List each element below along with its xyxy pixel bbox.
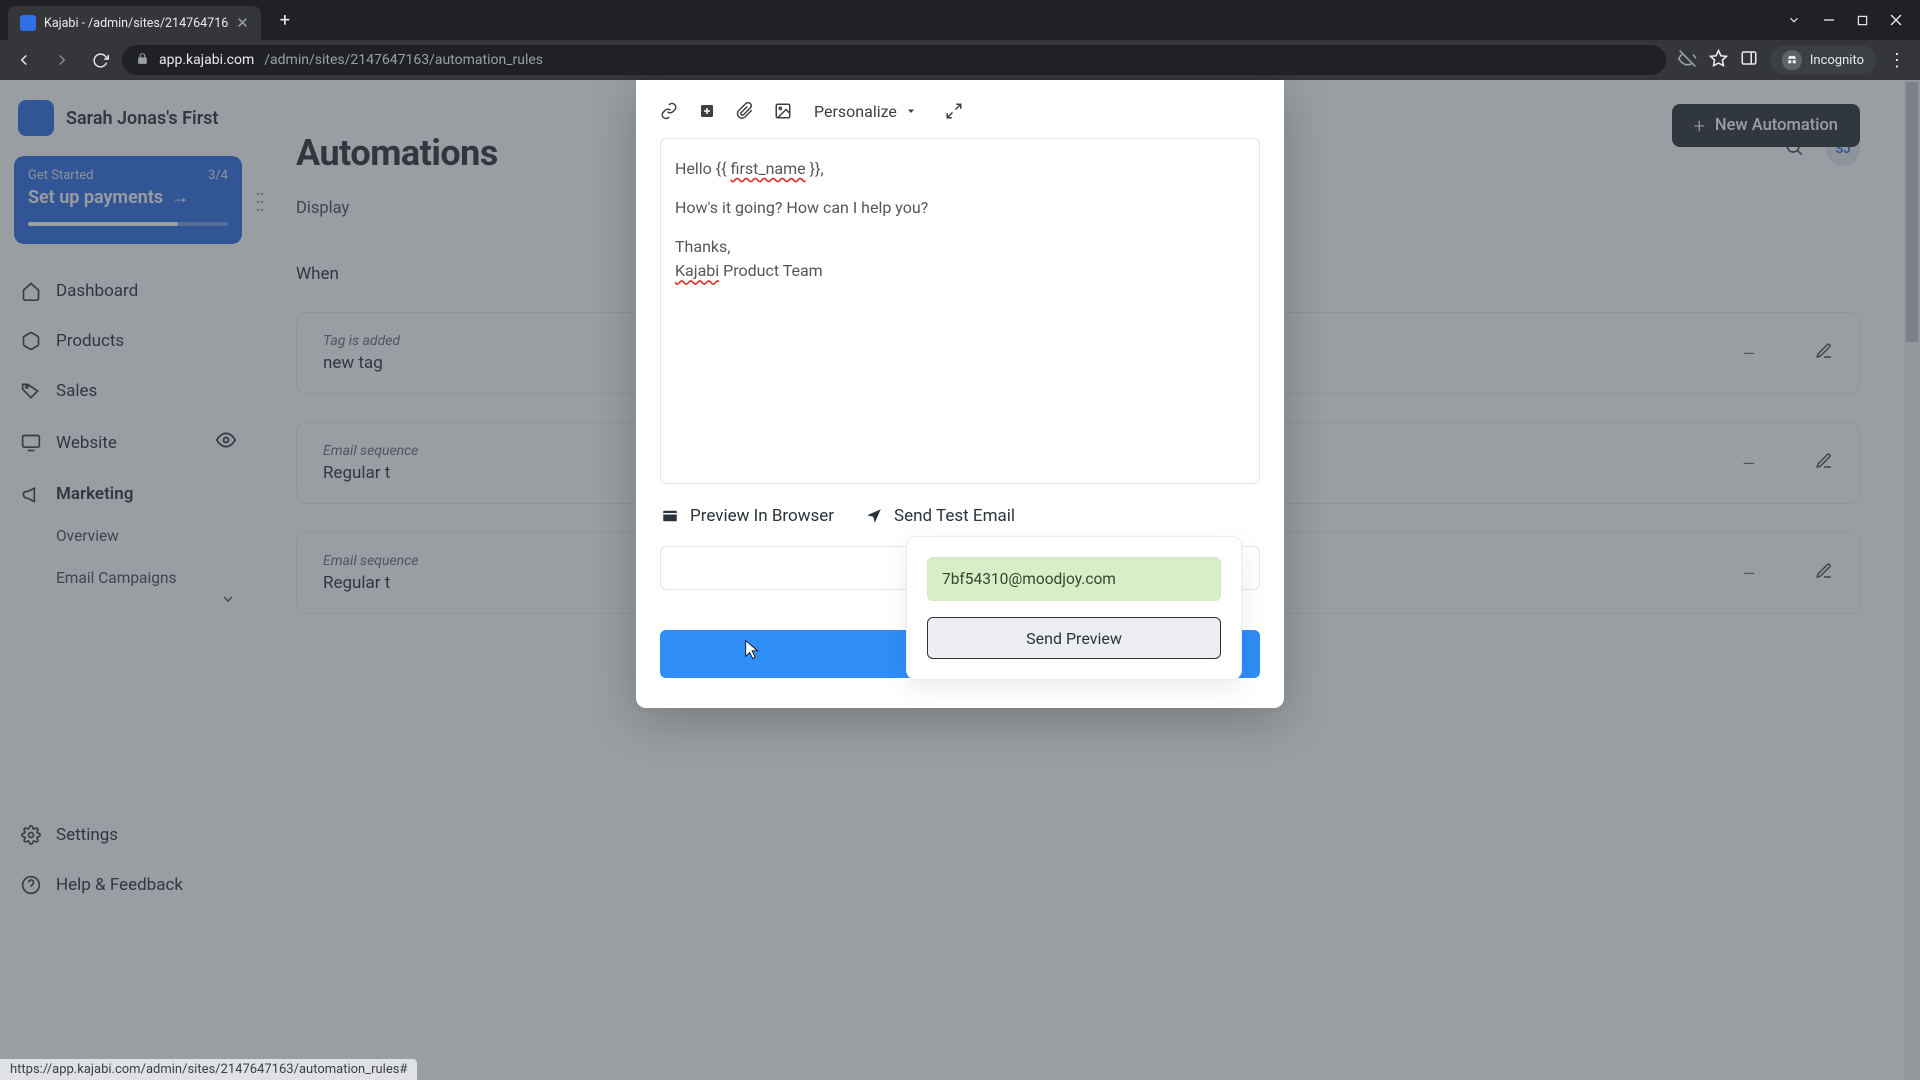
status-bar: https://app.kajabi.com/admin/sites/21476…: [0, 1059, 417, 1080]
tab-close-icon[interactable]: ✕: [236, 14, 249, 32]
browser-titlebar: Kajabi - /admin/sites/214764716 ✕ +: [0, 0, 1920, 40]
test-email-input[interactable]: [927, 557, 1221, 601]
browser-window-icon: [660, 506, 680, 526]
window-maximize-icon[interactable]: [1857, 15, 1868, 26]
browser-toolbar: app.kajabi.com/admin/sites/2147647163/au…: [0, 40, 1920, 80]
fullscreen-icon[interactable]: [937, 94, 971, 128]
attachment-icon[interactable]: [728, 94, 762, 128]
send-icon: [864, 506, 884, 526]
lock-icon: [136, 52, 149, 68]
new-tab-button[interactable]: +: [271, 6, 299, 34]
tabs-dropdown-icon[interactable]: [1787, 13, 1801, 27]
image-icon[interactable]: [766, 94, 800, 128]
personalize-label: Personalize: [814, 102, 897, 121]
body-greeting-var: first_name: [731, 159, 806, 178]
body-line2: How's it going? How can I help you?: [675, 196, 1245, 221]
send-test-email-label: Send Test Email: [894, 506, 1015, 526]
browser-tab[interactable]: Kajabi - /admin/sites/214764716 ✕: [8, 6, 261, 40]
email-editor-modal: Personalize Hello {{ first_name }}, How'…: [636, 80, 1284, 708]
body-sig-misspell: Kajabi: [675, 261, 719, 280]
url-host: app.kajabi.com: [159, 52, 254, 68]
panel-icon[interactable]: [1740, 49, 1758, 71]
back-button[interactable]: [8, 44, 40, 76]
editor-toolbar: Personalize: [636, 80, 1284, 138]
preview-in-browser-label: Preview In Browser: [690, 506, 834, 526]
insert-block-icon[interactable]: [690, 94, 724, 128]
address-bar[interactable]: app.kajabi.com/admin/sites/2147647163/au…: [122, 45, 1666, 75]
email-body-editor[interactable]: Hello {{ first_name }}, How's it going? …: [660, 138, 1260, 484]
incognito-icon: [1782, 50, 1802, 70]
send-test-popover: Send Preview: [906, 536, 1242, 680]
body-greeting-pre: Hello {{: [675, 159, 731, 178]
preview-in-browser-link[interactable]: Preview In Browser: [660, 506, 834, 526]
window-controls: [1787, 13, 1920, 27]
window-close-icon[interactable]: [1890, 14, 1902, 26]
reload-button[interactable]: [84, 44, 116, 76]
body-greeting-post: }},: [806, 159, 824, 178]
tab-favicon: [20, 15, 36, 31]
eye-off-icon[interactable]: [1678, 49, 1697, 72]
send-preview-button[interactable]: Send Preview: [927, 617, 1221, 659]
star-icon[interactable]: [1709, 49, 1728, 72]
url-path: /admin/sites/2147647163/automation_rules: [264, 52, 543, 68]
toolbar-right: Incognito ⋮: [1672, 46, 1912, 74]
tab-title: Kajabi - /admin/sites/214764716: [44, 16, 228, 31]
body-thanks: Thanks,: [675, 237, 730, 256]
forward-button[interactable]: [46, 44, 78, 76]
window-minimize-icon[interactable]: [1823, 14, 1835, 26]
body-sig-rest: Product Team: [719, 261, 823, 280]
incognito-indicator[interactable]: Incognito: [1770, 46, 1876, 74]
personalize-dropdown[interactable]: Personalize: [804, 96, 927, 127]
kebab-menu-icon[interactable]: ⋮: [1888, 50, 1906, 71]
incognito-label: Incognito: [1810, 53, 1864, 68]
send-test-email-link[interactable]: Send Test Email: [864, 506, 1015, 526]
link-icon[interactable]: [652, 94, 686, 128]
page: Sarah Jonas's First Get Started 3/4 Set …: [0, 80, 1920, 1080]
